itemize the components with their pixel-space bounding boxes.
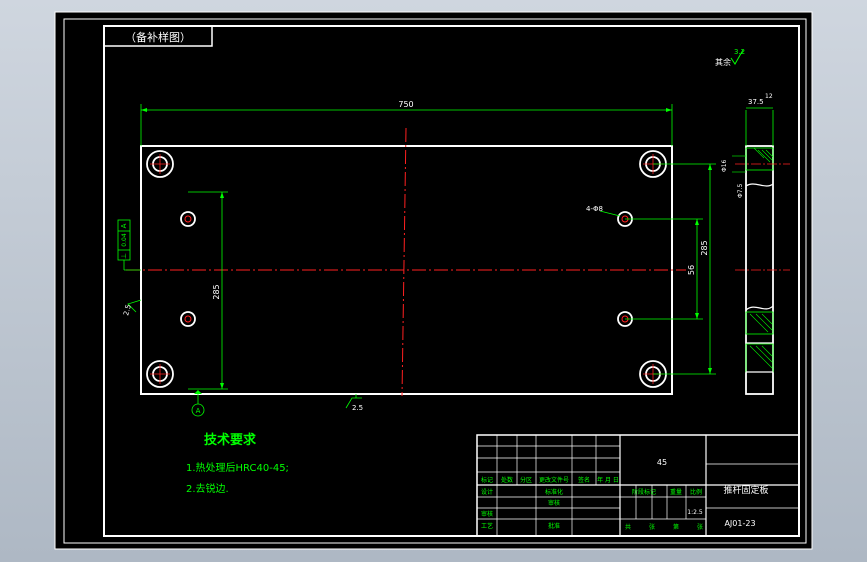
- tech-title: 技术要求: [204, 432, 257, 448]
- hole-callout-text: 4-Φ8: [586, 205, 603, 213]
- roughness-value: 3.2: [734, 48, 745, 56]
- gdt-value: 0.04: [121, 233, 128, 247]
- side-width-text: 37.5: [748, 98, 764, 106]
- corner-hole-tl: [146, 150, 174, 178]
- side-phi-top-text: Φ16: [721, 159, 728, 172]
- tb-review: 审核: [481, 510, 493, 518]
- dim-height-center-text: 285: [212, 284, 221, 299]
- dim-overall-width-text: 750: [398, 100, 413, 109]
- tb-row-label-5: 年 月 日: [597, 476, 619, 484]
- tb-row-label-3: 更改文件号: [539, 476, 569, 484]
- roughness-prefix: 其余: [715, 57, 731, 67]
- dim-height-right-text: 285: [700, 240, 709, 255]
- tb-stage-label-0: 阶段标记: [632, 488, 656, 496]
- tb-part-name: 推杆固定板: [723, 484, 768, 496]
- tb-stage-label-2: 比例: [690, 488, 702, 496]
- top-tag-text: （备补样图）: [125, 30, 191, 44]
- tb-process: 工艺: [481, 522, 493, 530]
- tb-check: 审核: [548, 499, 560, 507]
- tb-sheets-1: 张: [649, 523, 655, 531]
- tech-item-1: 1.热处理后HRC40-45;: [186, 461, 289, 474]
- tech-item-2: 2.去锐边.: [186, 482, 229, 495]
- tb-scale: 1:2.5: [687, 509, 703, 516]
- side-offset-text: 12: [765, 93, 773, 100]
- tb-design: 设计: [481, 488, 493, 496]
- side-phi-bottom-text: Φ7.5: [737, 184, 744, 198]
- tb-sheets-0: 共: [625, 523, 631, 531]
- tb-drawing-no: AJ01-23: [724, 519, 755, 528]
- tb-stage-label-1: 重量: [670, 488, 682, 496]
- corner-hole-bl: [146, 360, 174, 388]
- tb-sheets-3: 张: [697, 523, 703, 531]
- dim-inner-spacing-text: 56: [687, 265, 696, 275]
- datum-a-text: A: [196, 407, 201, 415]
- tb-material: 45: [657, 458, 667, 467]
- tb-row-label-4: 签名: [578, 476, 590, 484]
- sheet-background: [54, 11, 813, 550]
- tb-approve: 批准: [548, 522, 560, 530]
- tb-row-label-2: 分区: [520, 476, 532, 484]
- tb-standardize: 标准化: [545, 488, 563, 496]
- bottom-roughness-text: 2.5: [352, 404, 363, 412]
- drawing-canvas: （备补样图） 其余 3.2 750 285 4-Φ8 56 285 A 0.04…: [54, 11, 813, 550]
- tb-sheets-2: 第: [673, 523, 679, 531]
- tb-row-label-0: 标记: [481, 476, 493, 484]
- tb-row-label-1: 处数: [501, 476, 513, 484]
- gdt-datum: A: [120, 223, 128, 228]
- gdt-symbol: ⊥: [120, 253, 128, 259]
